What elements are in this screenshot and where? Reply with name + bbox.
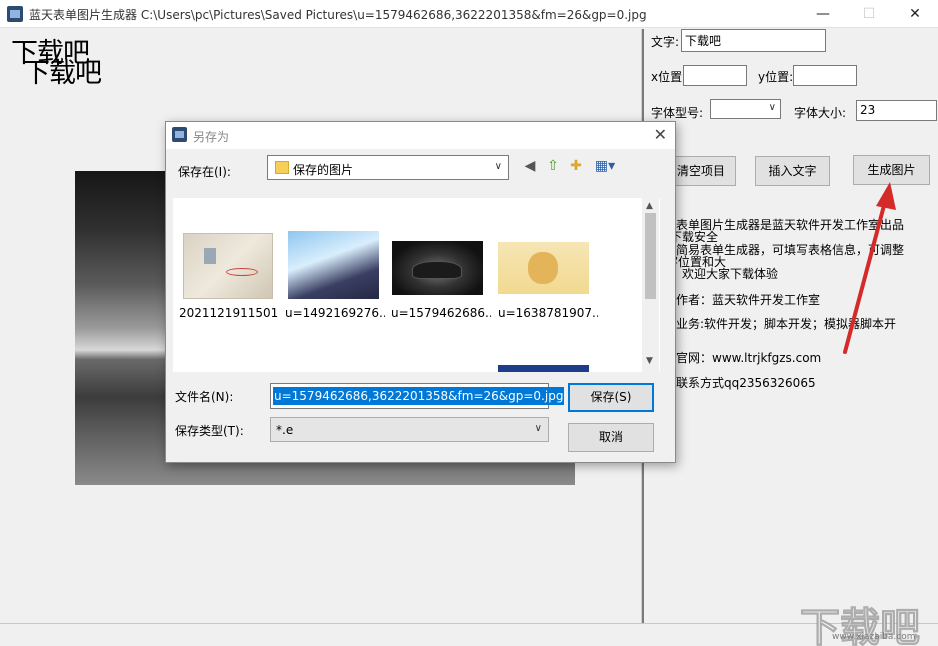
info-line: 件作者：蓝天软件开发工作室 [664, 293, 821, 307]
annotation-arrow-icon [843, 182, 896, 354]
view-menu-icon[interactable]: ▦▾ [591, 157, 619, 175]
minimize-button[interactable]: — [800, 0, 846, 28]
dialog-close-icon[interactable]: ✕ [654, 125, 667, 144]
file-name: u=1492169276... [285, 306, 385, 320]
scroll-down-icon[interactable]: ▼ [646, 356, 653, 366]
window-title: 蓝天表单图片生成器 C:\Users\pc\Pictures\Saved Pic… [29, 8, 647, 22]
cancel-button[interactable]: 取消 [568, 423, 654, 452]
up-folder-icon[interactable]: ⇧ [543, 157, 563, 175]
filename-input[interactable]: u=1579462686,3622201358&fm=26&gp=0.jpg [270, 383, 565, 409]
close-button[interactable]: ✕ [892, 0, 938, 28]
watermark-url: www.xiazaiba.com [832, 632, 916, 642]
save-in-combo[interactable]: 保存的图片 ∨ [267, 155, 509, 180]
new-folder-icon[interactable]: ✚ [566, 157, 586, 175]
x-position-input[interactable] [683, 65, 747, 86]
y-position-input[interactable] [793, 65, 857, 86]
scrollbar-thumb[interactable] [645, 213, 656, 299]
title-bar: 蓝天表单图片生成器 C:\Users\pc\Pictures\Saved Pic… [0, 0, 938, 28]
filetype-value: *.e [276, 423, 294, 437]
file-thumbnail[interactable] [498, 365, 589, 372]
save-as-dialog: 另存为 ✕ 保存在(I): 保存的图片 ∨ ◀ ⇧ ✚ ▦▾ 202112191… [165, 121, 676, 463]
scroll-up-icon[interactable]: ▲ [646, 201, 653, 211]
text-input[interactable]: 下载吧 [681, 29, 826, 52]
file-name: u=1638781907... [498, 306, 598, 320]
file-name: u=1579462686... [391, 306, 491, 320]
font-type-select[interactable]: ∨ [710, 99, 781, 119]
info-line: 欢迎大家下载体验 [682, 267, 779, 281]
file-thumbnail[interactable] [392, 241, 483, 295]
file-thumbnail[interactable] [183, 233, 273, 299]
status-strip [0, 623, 938, 646]
info-line: 门官网：www.ltrjkfgzs.com [664, 351, 822, 365]
file-thumbnail[interactable] [498, 242, 589, 294]
font-size-input[interactable]: 23 [856, 100, 937, 121]
filename-label: 文件名(N): [175, 390, 234, 404]
save-in-value: 保存的图片 [293, 163, 354, 177]
text-label: 文字: [651, 35, 680, 49]
info-line: 门联系方式qq2356326065 [664, 376, 816, 390]
font-size-label: 字体大小: [794, 106, 847, 120]
maximize-button[interactable]: ☐ [846, 0, 892, 28]
overlay-text-2: 下载吧 [23, 58, 102, 89]
filetype-label: 保存类型(T): [175, 424, 244, 438]
folder-icon [275, 161, 289, 174]
dialog-title: 另存为 [193, 130, 230, 144]
save-in-label: 保存在(I): [178, 165, 231, 179]
back-icon[interactable]: ◀ [520, 157, 540, 175]
chevron-down-icon: ∨ [494, 161, 502, 172]
x-position-label: x位置 [651, 70, 683, 84]
app-icon [7, 6, 23, 22]
clear-items-button[interactable]: 清空项目 [666, 156, 736, 186]
insert-text-button[interactable]: 插入文字 [755, 156, 830, 186]
filetype-select[interactable]: *.e ∨ [270, 417, 549, 442]
file-name: 2021121911501... [179, 306, 279, 320]
font-type-label: 字体型号: [651, 106, 704, 120]
dialog-title-bar: 另存为 ✕ [166, 122, 675, 149]
file-list[interactable]: 2021121911501... u=1492169276... u=15794… [173, 198, 660, 372]
dialog-app-icon [172, 127, 187, 142]
chevron-down-icon: ∨ [768, 102, 776, 113]
file-list-scrollbar[interactable]: ▲ ▼ [642, 198, 659, 372]
y-position-label: y位置: [758, 70, 794, 84]
save-button[interactable]: 保存(S) [568, 383, 654, 412]
file-thumbnail[interactable] [288, 231, 379, 299]
filename-value: u=1579462686,3622201358&fm=26&gp=0.jpg [273, 387, 565, 405]
chevron-down-icon: ∨ [534, 423, 542, 434]
